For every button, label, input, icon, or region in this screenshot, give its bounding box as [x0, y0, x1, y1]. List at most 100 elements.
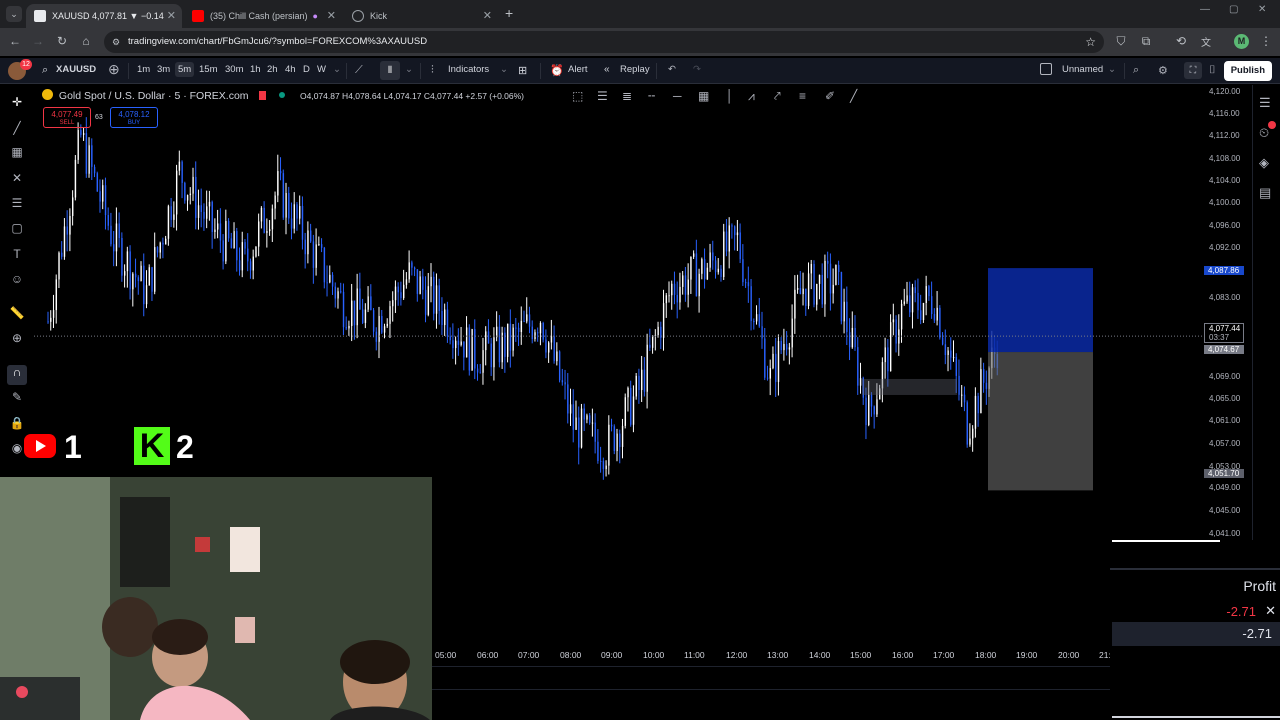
- lock-icon[interactable]: 🔒: [9, 416, 25, 432]
- symbol-name[interactable]: XAUUSD: [56, 64, 96, 75]
- redo-icon[interactable]: ↷: [693, 64, 701, 75]
- url-field[interactable]: ⚙ tradingview.com/chart/FbGmJcu6/?symbol…: [104, 31, 1104, 53]
- profile-avatar[interactable]: M: [1234, 34, 1249, 49]
- snapshot-camera-icon[interactable]: ⌷: [1209, 64, 1216, 77]
- alerts-clock-icon[interactable]: ⏲: [1259, 125, 1269, 141]
- browser-tab-tradingview[interactable]: XAUUSD 4,077.81 ▼ −0.14% Un ✕: [26, 4, 182, 28]
- fib-grid-icon[interactable]: ▦: [9, 145, 25, 161]
- home-icon[interactable]: ⌂: [78, 34, 94, 48]
- trend-line-icon[interactable]: ╱: [9, 121, 25, 137]
- interval-3m[interactable]: 3m: [157, 64, 170, 75]
- lines-icon[interactable]: ☰: [597, 89, 608, 103]
- replay-icon[interactable]: «: [604, 64, 610, 75]
- alert-clock-icon[interactable]: ⏰: [550, 64, 564, 77]
- close-position-icon[interactable]: ✕: [1265, 603, 1276, 619]
- interval-1m[interactable]: 1m: [137, 64, 150, 75]
- candle-body: [512, 327, 514, 351]
- translate-icon[interactable]: 文: [1198, 34, 1214, 49]
- shield-extension-icon[interactable]: ⛉: [1113, 34, 1129, 49]
- time-axis[interactable]: 05:00 06:00 07:00 08:00 09:00 10:00 11:0…: [432, 646, 1112, 664]
- history-icon[interactable]: ⟲: [1173, 34, 1189, 48]
- symbol-search-icon[interactable]: ⌕: [42, 64, 48, 77]
- publish-button[interactable]: Publish: [1223, 61, 1272, 81]
- interval-30m[interactable]: 30m: [225, 64, 243, 75]
- close-tab-icon[interactable]: ✕: [167, 9, 176, 22]
- interval-4h[interactable]: 4h: [285, 64, 296, 75]
- close-tab-icon[interactable]: ✕: [483, 9, 492, 22]
- site-info-icon[interactable]: ⚙: [112, 31, 120, 53]
- interval-D[interactable]: D: [303, 64, 310, 75]
- price-tick: 4,069.00: [1209, 372, 1241, 381]
- extensions-puzzle-icon[interactable]: ⧉: [1138, 34, 1154, 49]
- text-tool-icon[interactable]: T: [9, 247, 25, 263]
- price-axis[interactable]: 4,120.00 4,116.00 4,112.00 4,108.00 4,10…: [1203, 85, 1252, 540]
- fullscreen-icon[interactable]: ⛶: [1184, 62, 1202, 79]
- browser-tab-youtube[interactable]: (35) Chill Cash (persian) ● ✕: [184, 4, 342, 28]
- candle-body: [400, 292, 402, 299]
- emoji-icon[interactable]: ☺: [9, 272, 25, 288]
- horizontal-ray-icon[interactable]: ╌: [648, 89, 655, 103]
- prediction-tools-icon[interactable]: ☰: [9, 196, 25, 212]
- forward-icon[interactable]: →: [30, 34, 46, 48]
- layers-icon[interactable]: ◈: [1259, 155, 1269, 171]
- ruler-icon[interactable]: 📏: [9, 306, 25, 322]
- sell-button[interactable]: 4,077.49 SELL: [43, 107, 91, 128]
- chart-type-dropdown-icon[interactable]: ⌄: [405, 64, 413, 75]
- path-icon[interactable]: ⤤: [774, 89, 781, 104]
- line-chart-type-icon[interactable]: ⟋: [355, 64, 363, 77]
- chat-icon[interactable]: ▤: [1259, 185, 1271, 201]
- layout-icon[interactable]: [1040, 63, 1052, 75]
- quick-search-icon[interactable]: ⌕: [1133, 64, 1139, 77]
- undo-icon[interactable]: ↶: [668, 64, 676, 75]
- back-icon[interactable]: ←: [7, 34, 23, 48]
- interval-2h[interactable]: 2h: [267, 64, 278, 75]
- zoom-in-icon[interactable]: ⊕: [9, 331, 25, 347]
- select-rect-icon[interactable]: ⬚: [572, 89, 583, 103]
- candle-body: [107, 215, 109, 226]
- compare-symbol-icon[interactable]: ⊕: [108, 61, 120, 78]
- browser-menu-icon[interactable]: ⋮: [1258, 34, 1274, 48]
- cursor-crosshair-icon[interactable]: ✛: [9, 95, 25, 111]
- eye-icon[interactable]: ◉: [9, 441, 25, 457]
- candle-body: [900, 303, 903, 330]
- maximize-icon[interactable]: ▢: [1229, 4, 1238, 15]
- interval-dropdown-icon[interactable]: ⌄: [333, 64, 341, 75]
- alert-button[interactable]: Alert: [568, 64, 588, 75]
- indicators-icon[interactable]: ⫶: [431, 64, 434, 77]
- vertical-line-icon[interactable]: │: [726, 89, 734, 103]
- watchlist-icon[interactable]: ☰: [1259, 95, 1271, 111]
- indicators-button[interactable]: Indicators: [448, 64, 489, 75]
- browser-tab-kick[interactable]: Kick ✕: [344, 4, 498, 28]
- lock-drawings-icon[interactable]: ✎: [9, 390, 25, 406]
- indicators-dropdown-icon[interactable]: ⌄: [500, 64, 508, 75]
- interval-1h[interactable]: 1h: [250, 64, 261, 75]
- horizontal-line-icon[interactable]: ─: [673, 89, 682, 103]
- zigzag-icon[interactable]: ⩘: [748, 89, 755, 104]
- templates-grid-icon[interactable]: ⊞: [518, 64, 527, 77]
- brush-icon[interactable]: ✐: [825, 89, 835, 103]
- pen-icon[interactable]: ╱: [850, 89, 857, 103]
- buy-button[interactable]: 4,078.12 BUY: [110, 107, 158, 128]
- reload-icon[interactable]: ↻: [54, 34, 70, 48]
- list-icon[interactable]: ≡: [799, 89, 806, 103]
- close-tab-icon[interactable]: ✕: [327, 9, 336, 22]
- interval-5m[interactable]: 5m: [175, 62, 195, 77]
- magnet-icon[interactable]: ∩: [7, 365, 27, 385]
- channel-icon[interactable]: ≣: [622, 89, 632, 103]
- grid-icon[interactable]: ▦: [698, 89, 709, 103]
- tab-list-chevron-icon[interactable]: ⌄: [6, 6, 22, 22]
- replay-button[interactable]: Replay: [620, 64, 650, 75]
- pattern-icon[interactable]: ✕: [9, 171, 25, 187]
- close-window-icon[interactable]: ✕: [1258, 4, 1266, 15]
- settings-gear-icon[interactable]: ⚙: [1158, 64, 1168, 77]
- candle-body: [575, 417, 577, 430]
- bookmark-star-icon[interactable]: ☆: [1085, 31, 1096, 53]
- candles-chart-type-icon[interactable]: ⫴: [380, 61, 400, 80]
- geometric-shapes-icon[interactable]: ▢: [9, 221, 25, 237]
- interval-15m[interactable]: 15m: [199, 64, 217, 75]
- minimize-icon[interactable]: —: [1200, 4, 1210, 15]
- layout-name[interactable]: Unnamed: [1062, 64, 1103, 75]
- layout-dropdown-icon[interactable]: ⌄: [1108, 64, 1116, 75]
- interval-W[interactable]: W: [317, 64, 326, 75]
- new-tab-icon[interactable]: +: [505, 5, 513, 21]
